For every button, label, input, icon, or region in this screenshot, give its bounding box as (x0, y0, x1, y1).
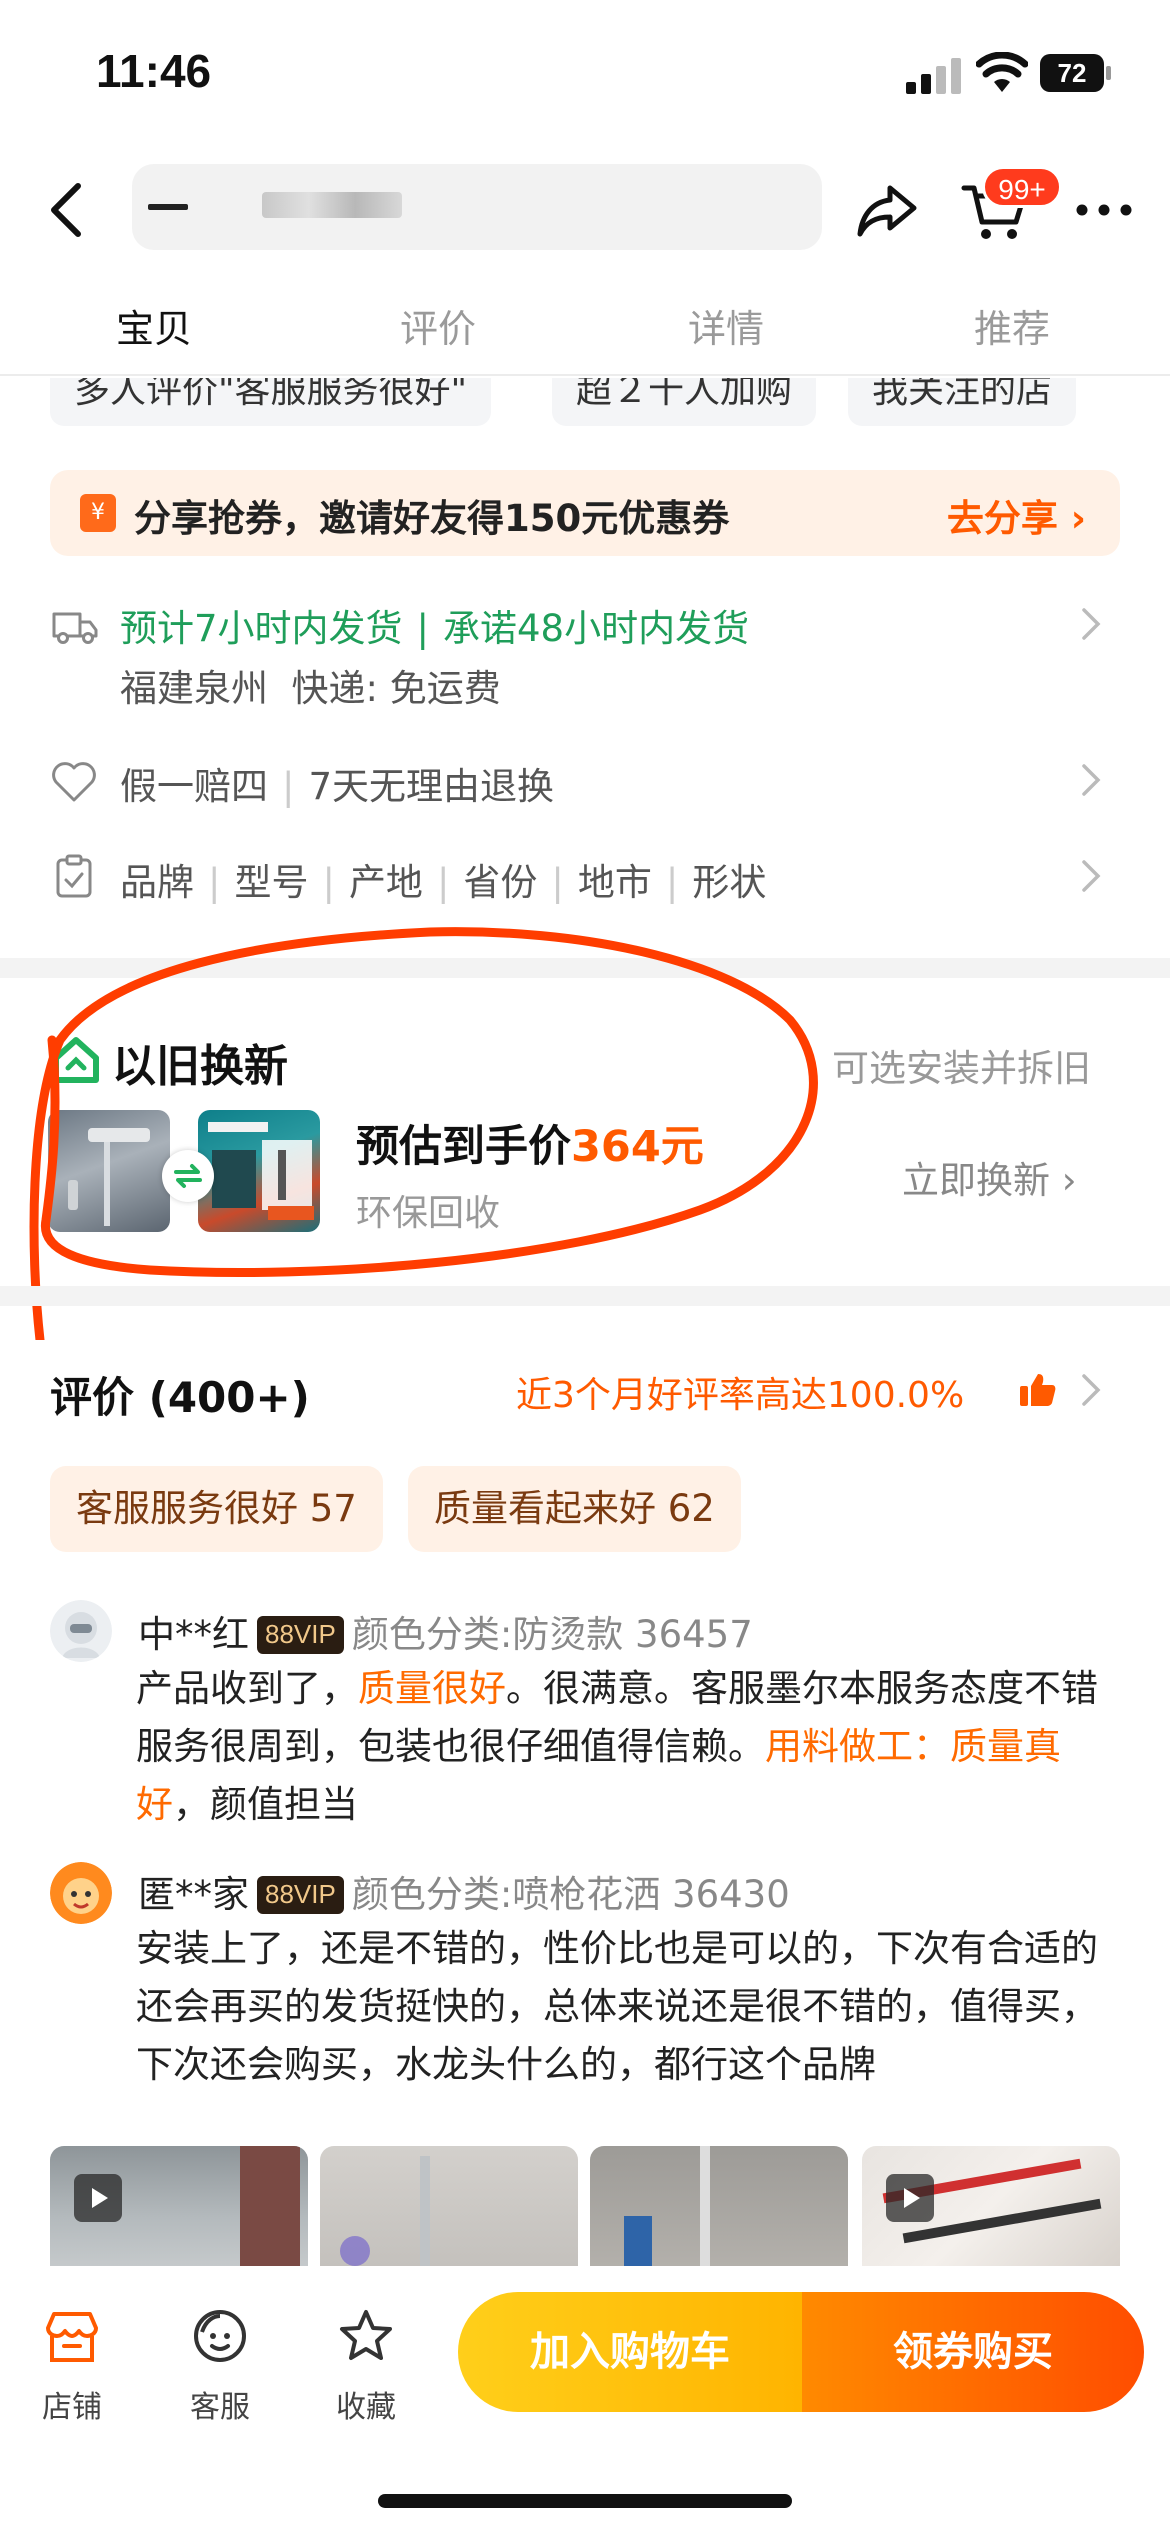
house-logo-icon (53, 1037, 99, 1083)
chip[interactable]: 超２十人加购 (552, 378, 817, 426)
reviews-title[interactable]: 评价 (400+) (50, 1364, 310, 1425)
estimated-price: 预估到手价364元 (356, 1122, 704, 1172)
old-product-image (48, 1110, 170, 1232)
chevron-right-icon[interactable] (1080, 858, 1102, 894)
clipboard-check-icon (56, 854, 92, 898)
new-product-image (198, 1110, 320, 1232)
wifi-icon (976, 52, 1028, 92)
service-label[interactable]: 客服 (190, 2382, 250, 2426)
tradein-button[interactable]: 立即换新 › (902, 1150, 1077, 1204)
chevron-right-icon[interactable] (1080, 606, 1102, 642)
chip[interactable]: 多人评价"客服服务很好" (50, 378, 492, 426)
favorite-label[interactable]: 收藏 (336, 2382, 396, 2426)
status-time: 11:46 (96, 45, 212, 97)
status-bar: 11:46 72 (0, 0, 1170, 140)
coupon-ticket-icon: ¥ (80, 494, 116, 532)
review-text[interactable]: 产品收到了，质量很好。很满意。客服墨尔本服务态度不错服务很周到，包装也很仔细值得… (136, 1660, 1116, 1834)
more-icon[interactable] (1074, 198, 1134, 222)
search-bar[interactable] (132, 164, 822, 250)
play-icon[interactable] (886, 2174, 934, 2222)
chevron-right-icon[interactable] (1080, 762, 1102, 798)
params-row[interactable]: 品牌 | 型号 | 产地 | 省份 | 地市 | 形状 (120, 852, 766, 906)
share-link[interactable]: 去分享 › (947, 488, 1086, 542)
review-user-line: 匿**家 88VIP 颜色分类:喷枪花洒 36430 (138, 1873, 790, 1916)
redacted-text (148, 204, 188, 210)
tab-details[interactable]: 详情 (688, 298, 764, 353)
guarantee-row[interactable]: 假一赔四 | 7天无理由退换 (120, 756, 554, 810)
bottom-action-bar: 店铺 客服 收藏 加入购物车 领券购买 (0, 2266, 1170, 2532)
shop-icon[interactable] (42, 2306, 102, 2366)
reviews-rate[interactable]: 近3个月好评率高达100.0% (516, 1366, 964, 1418)
review-user-line: 中**红 88VIP 颜色分类:防烫款 36457 (138, 1613, 753, 1656)
shop-label[interactable]: 店铺 (42, 2382, 102, 2426)
review-photo[interactable] (590, 2146, 848, 2266)
section-tabs: 宝贝 评价 详情 推荐 (0, 280, 1170, 376)
shipping-origin: 福建泉州 快递: 免运费 (120, 667, 501, 710)
highlight-chips: 多人评价"客服服务很好" 超２十人加购 我关注的店 (0, 378, 1170, 434)
signal-icon (906, 58, 961, 94)
thumbs-up-icon (1020, 1374, 1056, 1406)
tab-reviews[interactable]: 评价 (400, 298, 476, 353)
battery-level: 72 (1040, 54, 1104, 92)
customer-service-icon[interactable] (190, 2306, 250, 2366)
tradein-hint: 可选安装并拆旧 (832, 1047, 1091, 1090)
swap-icon (162, 1150, 214, 1202)
back-arrow-icon[interactable] (44, 180, 88, 240)
coupon-text: 分享抢券，邀请好友得150元优惠券 (134, 497, 730, 540)
star-icon[interactable] (336, 2306, 396, 2366)
shipping-estimate: 预计7小时内发货 | 承诺48小时内发货 (120, 607, 750, 650)
top-nav: 99+ (0, 140, 1170, 280)
review-photo[interactable] (862, 2146, 1120, 2266)
review-text[interactable]: 安装上了，还是不错的，性价比也是可以的，下次有合适的还会再买的发货挺快的，总体来… (136, 1920, 1116, 2094)
coupon-buy-button[interactable]: 领券购买 (802, 2292, 1144, 2412)
tab-item[interactable]: 宝贝 (116, 298, 192, 353)
cart-count-badge: 99+ (982, 166, 1062, 208)
tradein-title: 以旧换新 (112, 1041, 288, 1092)
play-icon[interactable] (74, 2174, 122, 2222)
review-tag[interactable]: 客服服务很好 57 (50, 1466, 383, 1552)
recycle-label: 环保回收 (356, 1193, 501, 1234)
tab-recommend[interactable]: 推荐 (974, 298, 1050, 353)
home-indicator (378, 2494, 792, 2508)
share-coupon-banner[interactable]: ¥ 分享抢券，邀请好友得150元优惠券 去分享 › (50, 470, 1120, 556)
review-photo[interactable] (50, 2146, 308, 2266)
chip[interactable]: 我关注的店 (848, 378, 1077, 426)
vip-badge: 88VIP (257, 1876, 344, 1914)
redacted-text (262, 192, 402, 218)
vip-badge: 88VIP (257, 1616, 344, 1654)
share-icon[interactable] (854, 180, 920, 240)
add-to-cart-button[interactable]: 加入购物车 (458, 2292, 802, 2412)
chevron-right-icon[interactable] (1080, 1372, 1102, 1408)
estimated-price-value: 364元 (571, 1122, 704, 1172)
user-avatar (50, 1600, 112, 1662)
truck-icon (52, 612, 98, 644)
heart-icon (52, 762, 96, 802)
review-photo[interactable] (320, 2146, 578, 2266)
battery-icon: 72 (1040, 54, 1112, 92)
user-avatar (50, 1862, 112, 1924)
section-divider (0, 958, 1170, 978)
section-divider (0, 1286, 1170, 1306)
review-tag[interactable]: 质量看起来好 62 (408, 1466, 741, 1552)
